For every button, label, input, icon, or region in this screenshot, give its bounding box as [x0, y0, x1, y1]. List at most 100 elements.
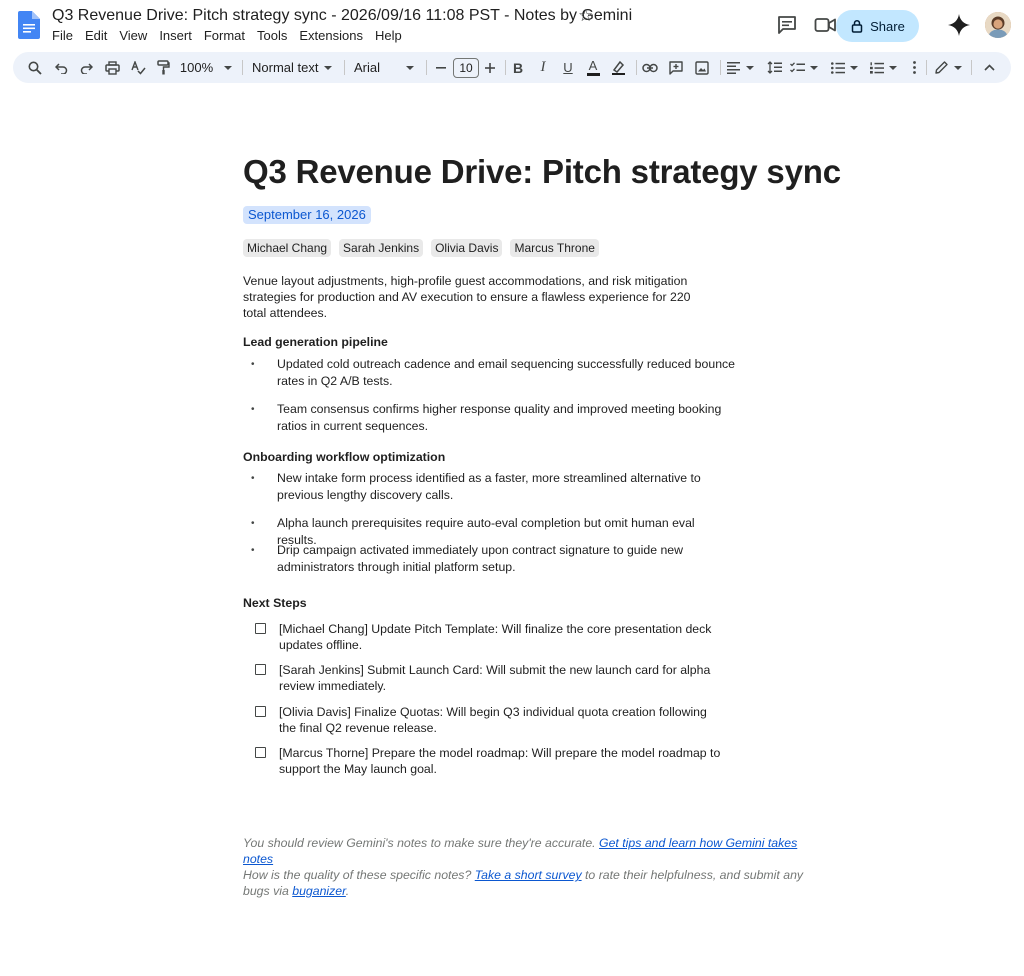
chevron-down-icon [406, 65, 414, 70]
gemini-spark-icon[interactable] [948, 14, 970, 36]
font-size-input[interactable]: 10 [452, 52, 480, 83]
menu-extensions[interactable]: Extensions [293, 28, 369, 44]
more-options-button[interactable] [904, 52, 924, 83]
print-button[interactable] [101, 52, 123, 83]
font-family-select[interactable]: Arial [352, 52, 416, 83]
toolbar-divider [636, 60, 637, 75]
collapse-toolbar-button[interactable] [978, 52, 1000, 83]
editing-mode-button[interactable] [931, 52, 965, 83]
redo-button[interactable] [75, 52, 97, 83]
section-heading-next-steps: Next Steps [243, 596, 307, 610]
section-heading-onboarding: Onboarding workflow optimization [243, 450, 446, 464]
attendee-chip[interactable]: Sarah Jenkins [339, 239, 424, 257]
chevron-down-icon [849, 65, 858, 70]
numbered-list-button[interactable] [867, 52, 899, 83]
date-chip[interactable]: September 16, 2026 [243, 206, 371, 224]
comment-history-icon[interactable] [777, 15, 797, 35]
search-menus-button[interactable] [24, 52, 46, 83]
formatting-toolbar: 100% Normal text Arial 10 B I U A [13, 52, 1011, 83]
paragraph-style-value: Normal text [252, 60, 319, 75]
list-item-text: New intake form process identified as a … [277, 471, 701, 502]
checkbox[interactable] [255, 706, 266, 717]
toolbar-divider [426, 60, 427, 75]
section-heading-lead-generation: Lead generation pipeline [243, 335, 388, 349]
attendee-chip[interactable]: Olivia Davis [431, 239, 503, 257]
font-family-value: Arial [354, 60, 381, 75]
menu-format[interactable]: Format [198, 28, 251, 44]
line-spacing-button[interactable] [763, 52, 785, 83]
zoom-select[interactable]: 100% [178, 52, 234, 83]
paint-format-button[interactable] [152, 52, 174, 83]
buganizer-link[interactable]: buganizer [292, 884, 346, 898]
italic-button[interactable]: I [532, 52, 554, 83]
bold-button[interactable]: B [507, 52, 529, 83]
menu-file[interactable]: File [52, 28, 79, 44]
add-comment-icon [669, 60, 683, 75]
document-title[interactable]: Q3 Revenue Drive: Pitch strategy sync - … [52, 7, 632, 25]
link-icon [642, 63, 658, 72]
menu-tools[interactable]: Tools [251, 28, 293, 44]
summary-paragraph: Venue layout adjustments, high-profile g… [243, 274, 691, 320]
decrease-font-size-button[interactable] [431, 52, 451, 83]
numbered-list-icon [869, 61, 884, 74]
checklist-item-text: [Sarah Jenkins] Submit Launch Card: Will… [279, 663, 711, 693]
minus-icon [436, 66, 446, 69]
text-color-button[interactable]: A [582, 52, 604, 83]
share-button[interactable]: Share [836, 10, 919, 42]
chevron-down-icon [810, 65, 818, 70]
chevron-down-icon [224, 65, 233, 70]
paint-format-icon [156, 60, 170, 75]
menu-insert[interactable]: Insert [153, 28, 198, 44]
checklist-item: [Marcus Thorne] Prepare the model roadma… [255, 745, 725, 777]
attendee-chip[interactable]: Michael Chang [243, 239, 332, 257]
add-comment-button[interactable] [665, 52, 687, 83]
user-avatar[interactable] [985, 12, 1011, 38]
chevron-up-icon [983, 64, 995, 71]
checkbox[interactable] [255, 623, 266, 634]
spellcheck-button[interactable] [127, 52, 149, 83]
toolbar-divider [344, 60, 345, 75]
bullet-dot-icon: • [251, 359, 255, 370]
star-icon[interactable]: ☆ [578, 6, 593, 26]
toolbar-divider [505, 60, 506, 75]
menu-view[interactable]: View [113, 28, 153, 44]
meet-video-icon[interactable] [814, 15, 836, 35]
menu-help[interactable]: Help [369, 28, 408, 44]
paragraph-style-select[interactable]: Normal text [250, 52, 334, 83]
redo-icon [80, 62, 93, 74]
insert-link-button[interactable] [639, 52, 661, 83]
checklist-button[interactable] [788, 52, 820, 83]
toolbar-divider [971, 60, 972, 75]
highlight-color-button[interactable] [607, 52, 629, 83]
bold-icon: B [512, 59, 524, 76]
checklist-item: [Michael Chang] Update Pitch Template: W… [255, 621, 725, 653]
print-icon [104, 60, 120, 75]
survey-note: How is the quality of these specific not… [243, 867, 818, 899]
survey-link[interactable]: Take a short survey [475, 868, 582, 882]
document-heading: Q3 Revenue Drive: Pitch strategy sync [243, 153, 841, 190]
chevron-down-icon [953, 65, 962, 70]
bullet-dot-icon: • [251, 473, 255, 484]
list-item: • Team consensus confirms higher respons… [251, 401, 736, 435]
document-body[interactable]: Q3 Revenue Drive: Pitch strategy sync Se… [243, 150, 841, 776]
insert-image-button[interactable] [691, 52, 713, 83]
underline-button[interactable]: U [557, 52, 579, 83]
bulleted-list-button[interactable] [828, 52, 860, 83]
title-bar: Q3 Revenue Drive: Pitch strategy sync - … [0, 0, 1024, 50]
checklist-item-text: [Michael Chang] Update Pitch Template: W… [279, 622, 712, 652]
zoom-value: 100% [179, 60, 214, 75]
spellcheck-icon [130, 60, 146, 75]
font-size-value[interactable]: 10 [453, 57, 479, 78]
align-button[interactable] [724, 52, 756, 83]
checkbox[interactable] [255, 747, 266, 758]
undo-button[interactable] [50, 52, 72, 83]
attendee-chip[interactable]: Marcus Throne [510, 239, 599, 257]
docs-logo-icon[interactable] [18, 11, 40, 39]
search-icon [28, 61, 42, 75]
italic-icon: I [540, 59, 546, 75]
list-item: • Drip campaign activated immediately up… [251, 542, 736, 576]
increase-font-size-button[interactable] [480, 52, 500, 83]
checkbox[interactable] [255, 664, 266, 675]
line-spacing-icon [767, 61, 782, 74]
menu-edit[interactable]: Edit [79, 28, 113, 44]
